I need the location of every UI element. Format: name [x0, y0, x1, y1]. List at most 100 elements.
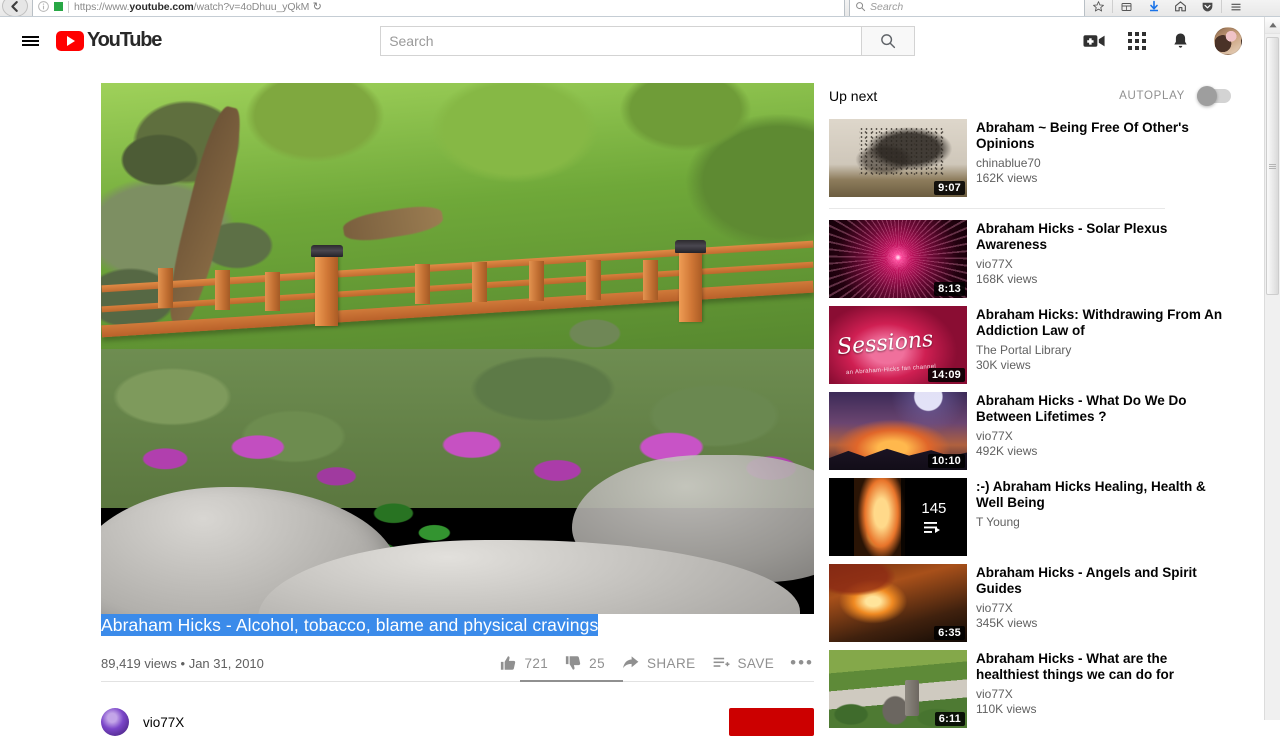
- up-next-header: Up next AUTOPLAY: [829, 83, 1231, 108]
- url-text[interactable]: https://www.youtube.com/watch?v=4oDhuu_y…: [74, 1, 309, 13]
- more-actions-button[interactable]: •••: [790, 646, 814, 680]
- meta-divider-wrap: [101, 680, 814, 682]
- video-thumbnail[interactable]: 6:11: [829, 650, 967, 728]
- star-icon[interactable]: [1085, 0, 1112, 15]
- meta-separator: •: [180, 655, 186, 671]
- url-bar[interactable]: https://www.youtube.com/watch?v=4oDhuu_y…: [32, 0, 845, 16]
- video-frame-garden-scene: [101, 83, 814, 614]
- list-item[interactable]: 10:10 Abraham Hicks - What Do We Do Betw…: [829, 392, 1231, 470]
- list-item[interactable]: 6:11 Abraham Hicks - What are the health…: [829, 650, 1231, 728]
- like-active-underline: [520, 680, 623, 682]
- list-item[interactable]: 8:13 Abraham Hicks - Solar Plexus Awaren…: [829, 220, 1231, 298]
- video-title[interactable]: Abraham Hicks - What are the healthiest …: [976, 651, 1231, 682]
- video-title[interactable]: Abraham Hicks - What Do We Do Between Li…: [976, 393, 1231, 424]
- pocket-icon[interactable]: [1194, 0, 1221, 15]
- video-duration: 9:07: [934, 181, 965, 195]
- url-path: /watch?v=4oDhuu_yQkM: [193, 0, 310, 13]
- video-channel[interactable]: T Young: [976, 515, 1231, 529]
- video-title[interactable]: Abraham Hicks - Solar Plexus Awareness: [976, 221, 1231, 252]
- video-duration: 10:10: [927, 454, 965, 468]
- video-channel[interactable]: vio77X: [976, 601, 1231, 615]
- video-channel[interactable]: chinablue70: [976, 156, 1231, 170]
- video-info: Abraham Hicks - Solar Plexus Awareness v…: [976, 220, 1231, 298]
- home-icon[interactable]: [1167, 0, 1194, 15]
- video-camera-plus-icon[interactable]: [1074, 21, 1114, 61]
- browser-search-bar[interactable]: Search: [849, 0, 1085, 16]
- list-item[interactable]: 145 :-) Abraham Hicks Healing, Health & …: [829, 478, 1231, 556]
- list-item[interactable]: 6:35 Abraham Hicks - Angels and Spirit G…: [829, 564, 1231, 642]
- video-title[interactable]: :-) Abraham Hicks Healing, Health & Well…: [976, 479, 1231, 510]
- video-channel[interactable]: vio77X: [976, 687, 1231, 701]
- play-triangle-icon: [67, 35, 75, 46]
- library-icon[interactable]: [1113, 0, 1140, 15]
- bridge-newel-cap: [311, 244, 343, 258]
- dislike-count: 25: [589, 655, 605, 671]
- video-player[interactable]: [101, 83, 814, 614]
- playlist-thumbnail[interactable]: 145: [829, 478, 967, 556]
- video-title[interactable]: Abraham Hicks - Angels and Spirit Guides: [976, 565, 1231, 596]
- share-label: SHARE: [647, 655, 696, 671]
- autoplay-control[interactable]: AUTOPLAY: [1119, 85, 1231, 106]
- like-button[interactable]: 721: [499, 646, 548, 680]
- scrollbar-thumb[interactable]: [1266, 37, 1279, 295]
- save-button[interactable]: SAVE: [712, 646, 775, 680]
- dislike-button[interactable]: 25: [564, 646, 605, 680]
- hamburger-menu-icon[interactable]: [1222, 0, 1249, 15]
- bell-icon[interactable]: [1160, 21, 1200, 61]
- download-arrow-icon[interactable]: [1140, 0, 1167, 15]
- bridge-newel-cap-right: [674, 239, 707, 253]
- list-item[interactable]: Sessions an Abraham-Hicks fan channel 14…: [829, 306, 1231, 384]
- youtube-logo-text: YouTube: [87, 29, 162, 51]
- channel-name[interactable]: vio77X: [143, 715, 184, 730]
- reload-icon[interactable]: ↻: [309, 0, 325, 13]
- browser-search-placeholder: Search: [870, 0, 904, 13]
- subscribe-button[interactable]: [729, 708, 814, 736]
- video-thumbnail[interactable]: Sessions an Abraham-Hicks fan channel 14…: [829, 306, 967, 384]
- bridge-post: [158, 267, 173, 308]
- video-channel[interactable]: vio77X: [976, 429, 1231, 443]
- video-channel[interactable]: vio77X: [976, 257, 1231, 271]
- video-views: 30K views: [976, 358, 1031, 372]
- list-item[interactable]: 9:07 Abraham ~ Being Free Of Other's Opi…: [829, 119, 1231, 197]
- video-thumbnail[interactable]: 9:07: [829, 119, 967, 197]
- avatar[interactable]: [1214, 26, 1242, 55]
- share-arrow-icon: [623, 656, 639, 669]
- youtube-logo-icon: [56, 30, 84, 51]
- save-label: SAVE: [737, 655, 775, 671]
- channel-avatar[interactable]: [101, 708, 129, 736]
- save-to-playlist-icon: [713, 657, 729, 667]
- star-glyph: [1093, 1, 1104, 12]
- page-title[interactable]: Abraham Hicks - Alcohol, tobacco, blame …: [101, 614, 599, 636]
- share-button[interactable]: SHARE: [621, 646, 696, 680]
- view-count: 89,419 views: [101, 655, 177, 671]
- video-views: 492K views: [976, 444, 1038, 458]
- guide-bar-1: [21, 35, 39, 38]
- search-button[interactable]: [861, 25, 916, 56]
- autoplay-toggle[interactable]: [1197, 85, 1231, 106]
- video-thumbnail[interactable]: 10:10: [829, 392, 967, 470]
- video-channel[interactable]: The Portal Library: [976, 343, 1231, 357]
- stone-lantern: [904, 679, 919, 716]
- guide-menu-icon[interactable]: [10, 21, 50, 61]
- bridge-post: [414, 264, 430, 305]
- back-arrow-icon[interactable]: [2, 0, 28, 16]
- video-views: 110K views: [976, 702, 1037, 716]
- youtube-logo[interactable]: YouTube: [56, 29, 162, 52]
- video-title[interactable]: Abraham ~ Being Free Of Other's Opinions: [976, 120, 1231, 151]
- video-thumbnail[interactable]: 6:35: [829, 564, 967, 642]
- scrollbar-up-arrow[interactable]: [1265, 17, 1280, 34]
- home-glyph: [1175, 1, 1186, 12]
- thumbs-up-icon: [501, 656, 516, 670]
- video-title[interactable]: Abraham Hicks: Withdrawing From An Addic…: [976, 307, 1231, 338]
- bridge-post: [585, 259, 601, 300]
- meta-divider: [101, 681, 814, 682]
- bridge-newel-post: [314, 253, 339, 327]
- search-input[interactable]: [380, 25, 862, 56]
- library-glyph: [1121, 2, 1132, 11]
- page-info-icon[interactable]: [37, 0, 50, 13]
- bridge-post: [642, 259, 658, 300]
- apps-grid-icon[interactable]: [1117, 21, 1157, 61]
- window-scrollbar[interactable]: [1264, 17, 1280, 720]
- video-thumbnail[interactable]: 8:13: [829, 220, 967, 298]
- masthead-actions: [1071, 21, 1242, 61]
